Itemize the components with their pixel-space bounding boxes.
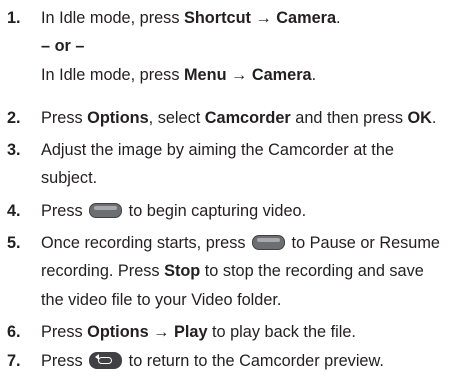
back-key-icon (89, 352, 123, 369)
text-run: Press (41, 323, 88, 341)
step-line: subject. (41, 169, 98, 188)
key-label-options: Options (87, 109, 149, 127)
step-number: 4. (7, 202, 21, 220)
step-number: 5. (7, 234, 21, 252)
text-run: , select (148, 109, 205, 127)
text-run: In Idle mode, press (41, 65, 184, 84)
text-run: to return to the Camcorder preview. (124, 352, 384, 370)
step-line: Press to begin capturing video. (41, 197, 466, 225)
text-run: Press (41, 109, 88, 127)
step-text: Press to begin capturing video. (41, 197, 466, 225)
step-number: 7. (7, 352, 21, 370)
text-run: to play back the file. (207, 323, 356, 341)
key-label-ok: OK (407, 109, 432, 127)
step-text: Adjust the image by aiming the Camcorder… (41, 136, 466, 193)
step-text: Once recording starts, press to Pause or… (41, 229, 466, 314)
key-label-play: Play (174, 323, 208, 341)
step-line: recording. Press Stop to stop the record… (41, 257, 466, 285)
text-run: Press (41, 352, 88, 370)
text-run: to stop the recording and save (200, 262, 424, 281)
text-run: In Idle mode, press (41, 9, 184, 27)
key-label-menu: Menu (184, 65, 227, 84)
text-run: to Pause or Resume (287, 234, 440, 252)
or-separator: – or – (41, 37, 85, 56)
text-run: Once recording starts, press (41, 234, 251, 252)
step-number: 6. (7, 323, 21, 341)
step-line: In Idle mode, press Menu → Camera. (41, 61, 466, 89)
step-number: 2. (7, 109, 21, 127)
text-run: to begin capturing video. (124, 202, 307, 220)
text-run: and then press (290, 109, 408, 127)
arrow-icon: → (250, 9, 277, 27)
step-number: 1. (7, 9, 21, 27)
step-text: Press Options, select Camcorder and then… (41, 104, 466, 132)
return-arrow-icon (95, 354, 113, 364)
step-line: the video file to your Video folder. (41, 290, 282, 309)
step-line: Once recording starts, press to Pause or… (41, 229, 466, 257)
text-run: . (431, 109, 437, 127)
arrow-icon: → (226, 65, 252, 84)
step-number: 3. (7, 141, 21, 159)
key-label-camcorder: Camcorder (204, 109, 291, 127)
text-run: recording. Press (41, 262, 165, 281)
key-label-stop: Stop (164, 262, 201, 281)
step-line: Press Options → Play to play back the fi… (41, 318, 466, 346)
key-label-camera: Camera (276, 9, 337, 27)
key-label-camera: Camera (251, 65, 312, 84)
step-line: In Idle mode, press Shortcut → Camera. (41, 4, 466, 32)
step-line: Press Options, select Camcorder and then… (41, 104, 466, 132)
arrow-icon: → (148, 323, 174, 341)
step-text: Press to return to the Camcorder preview… (41, 347, 466, 375)
step-line: Adjust the image by aiming the Camcorder… (41, 141, 394, 159)
step-line: Press to return to the Camcorder preview… (41, 347, 466, 375)
step-text: Press Options → Play to play back the fi… (41, 318, 466, 346)
step-text: In Idle mode, press Shortcut → Camera. –… (41, 4, 466, 89)
soft-key-icon (252, 235, 286, 250)
text-run: . (336, 9, 341, 27)
key-label-shortcut: Shortcut (184, 9, 251, 27)
soft-key-icon (89, 203, 123, 218)
instruction-document: 1. In Idle mode, press Shortcut → Camera… (0, 0, 466, 376)
text-run: Press (41, 202, 88, 220)
key-label-options: Options (87, 323, 149, 341)
text-run: . (311, 65, 317, 84)
